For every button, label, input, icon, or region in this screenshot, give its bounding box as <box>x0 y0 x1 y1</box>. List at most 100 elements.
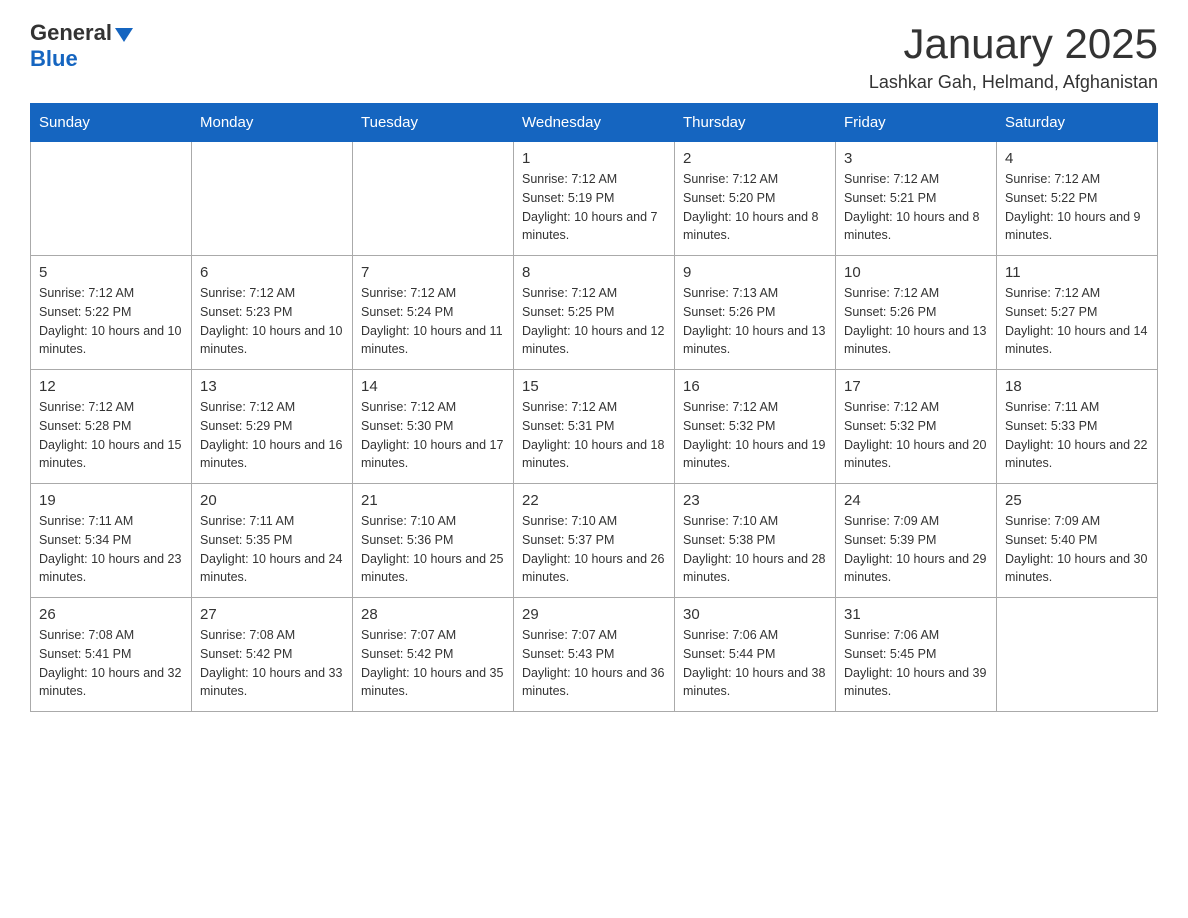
day-info: Sunrise: 7:12 AMSunset: 5:26 PMDaylight:… <box>844 284 988 359</box>
day-number: 26 <box>39 606 183 623</box>
day-info: Sunrise: 7:10 AMSunset: 5:37 PMDaylight:… <box>522 512 666 587</box>
logo-blue: Blue <box>30 46 78 72</box>
calendar-cell: 13 Sunrise: 7:12 AMSunset: 5:29 PMDayligh… <box>192 370 353 484</box>
day-number: 19 <box>39 492 183 509</box>
calendar-cell: 8 Sunrise: 7:12 AMSunset: 5:25 PMDaylight… <box>514 256 675 370</box>
title-section: January 2025 Lashkar Gah, Helmand, Afgha… <box>869 20 1158 93</box>
day-info: Sunrise: 7:12 AMSunset: 5:24 PMDaylight:… <box>361 284 505 359</box>
weekday-friday: Friday <box>836 104 997 142</box>
calendar-cell: 22 Sunrise: 7:10 AMSunset: 5:37 PMDayligh… <box>514 484 675 598</box>
day-number: 31 <box>844 606 988 623</box>
calendar-cell: 6 Sunrise: 7:12 AMSunset: 5:23 PMDaylight… <box>192 256 353 370</box>
day-info: Sunrise: 7:12 AMSunset: 5:31 PMDaylight:… <box>522 398 666 473</box>
day-info: Sunrise: 7:06 AMSunset: 5:45 PMDaylight:… <box>844 626 988 701</box>
calendar-cell: 24Sunrise: 7:09 AMSunset: 5:39 PMDayligh… <box>836 484 997 598</box>
calendar-cell: 28 Sunrise: 7:07 AMSunset: 5:42 PMDayligh… <box>353 598 514 712</box>
logo-general: General <box>30 20 112 46</box>
calendar-cell <box>31 142 192 256</box>
day-number: 18 <box>1005 378 1149 395</box>
calendar-table: SundayMondayTuesdayWednesdayThursdayFrid… <box>30 103 1158 712</box>
week-row-4: 19 Sunrise: 7:11 AMSunset: 5:34 PMDayligh… <box>31 484 1158 598</box>
calendar-cell: 20Sunrise: 7:11 AMSunset: 5:35 PMDayligh… <box>192 484 353 598</box>
day-number: 5 <box>39 264 183 281</box>
calendar-cell: 15 Sunrise: 7:12 AMSunset: 5:31 PMDayligh… <box>514 370 675 484</box>
calendar-cell: 19 Sunrise: 7:11 AMSunset: 5:34 PMDayligh… <box>31 484 192 598</box>
calendar-cell: 12Sunrise: 7:12 AMSunset: 5:28 PMDayligh… <box>31 370 192 484</box>
day-info: Sunrise: 7:11 AMSunset: 5:34 PMDaylight:… <box>39 512 183 587</box>
day-number: 8 <box>522 264 666 281</box>
day-info: Sunrise: 7:12 AMSunset: 5:32 PMDaylight:… <box>844 398 988 473</box>
day-info: Sunrise: 7:09 AMSunset: 5:40 PMDaylight:… <box>1005 512 1149 587</box>
day-info: Sunrise: 7:12 AMSunset: 5:22 PMDaylight:… <box>1005 170 1149 245</box>
calendar-cell <box>353 142 514 256</box>
day-info: Sunrise: 7:12 AMSunset: 5:22 PMDaylight:… <box>39 284 183 359</box>
day-number: 27 <box>200 606 344 623</box>
weekday-header-row: SundayMondayTuesdayWednesdayThursdayFrid… <box>31 104 1158 142</box>
calendar-subtitle: Lashkar Gah, Helmand, Afghanistan <box>869 72 1158 93</box>
day-info: Sunrise: 7:08 AMSunset: 5:41 PMDaylight:… <box>39 626 183 701</box>
day-info: Sunrise: 7:11 AMSunset: 5:33 PMDaylight:… <box>1005 398 1149 473</box>
calendar-cell: 31 Sunrise: 7:06 AMSunset: 5:45 PMDayligh… <box>836 598 997 712</box>
calendar-cell: 18 Sunrise: 7:11 AMSunset: 5:33 PMDayligh… <box>997 370 1158 484</box>
day-number: 1 <box>522 150 666 167</box>
day-info: Sunrise: 7:12 AMSunset: 5:23 PMDaylight:… <box>200 284 344 359</box>
day-info: Sunrise: 7:12 AMSunset: 5:19 PMDaylight:… <box>522 170 666 245</box>
weekday-monday: Monday <box>192 104 353 142</box>
day-number: 29 <box>522 606 666 623</box>
logo: General Blue <box>30 20 133 72</box>
calendar-cell: 10 Sunrise: 7:12 AMSunset: 5:26 PMDayligh… <box>836 256 997 370</box>
weekday-tuesday: Tuesday <box>353 104 514 142</box>
day-number: 30 <box>683 606 827 623</box>
day-number: 13 <box>200 378 344 395</box>
calendar-cell: 11 Sunrise: 7:12 AMSunset: 5:27 PMDayligh… <box>997 256 1158 370</box>
calendar-cell: 7Sunrise: 7:12 AMSunset: 5:24 PMDaylight… <box>353 256 514 370</box>
weekday-wednesday: Wednesday <box>514 104 675 142</box>
calendar-cell: 2Sunrise: 7:12 AMSunset: 5:20 PMDaylight… <box>675 142 836 256</box>
day-info: Sunrise: 7:10 AMSunset: 5:38 PMDaylight:… <box>683 512 827 587</box>
calendar-cell: 1 Sunrise: 7:12 AMSunset: 5:19 PMDaylight… <box>514 142 675 256</box>
weekday-sunday: Sunday <box>31 104 192 142</box>
day-number: 3 <box>844 150 988 167</box>
calendar-cell: 29Sunrise: 7:07 AMSunset: 5:43 PMDayligh… <box>514 598 675 712</box>
week-row-5: 26 Sunrise: 7:08 AMSunset: 5:41 PMDayligh… <box>31 598 1158 712</box>
page-header: General Blue January 2025 Lashkar Gah, H… <box>30 20 1158 93</box>
calendar-cell: 9Sunrise: 7:13 AMSunset: 5:26 PMDaylight… <box>675 256 836 370</box>
day-number: 24 <box>844 492 988 509</box>
day-info: Sunrise: 7:12 AMSunset: 5:25 PMDaylight:… <box>522 284 666 359</box>
calendar-title: January 2025 <box>869 20 1158 68</box>
calendar-cell: 25Sunrise: 7:09 AMSunset: 5:40 PMDayligh… <box>997 484 1158 598</box>
week-row-1: 1 Sunrise: 7:12 AMSunset: 5:19 PMDaylight… <box>31 142 1158 256</box>
day-info: Sunrise: 7:08 AMSunset: 5:42 PMDaylight:… <box>200 626 344 701</box>
day-number: 10 <box>844 264 988 281</box>
weekday-thursday: Thursday <box>675 104 836 142</box>
day-info: Sunrise: 7:12 AMSunset: 5:27 PMDaylight:… <box>1005 284 1149 359</box>
calendar-cell: 5 Sunrise: 7:12 AMSunset: 5:22 PMDaylight… <box>31 256 192 370</box>
calendar-cell: 30 Sunrise: 7:06 AMSunset: 5:44 PMDayligh… <box>675 598 836 712</box>
day-info: Sunrise: 7:11 AMSunset: 5:35 PMDaylight:… <box>200 512 344 587</box>
day-info: Sunrise: 7:07 AMSunset: 5:42 PMDaylight:… <box>361 626 505 701</box>
day-info: Sunrise: 7:06 AMSunset: 5:44 PMDaylight:… <box>683 626 827 701</box>
calendar-cell <box>192 142 353 256</box>
week-row-2: 5 Sunrise: 7:12 AMSunset: 5:22 PMDaylight… <box>31 256 1158 370</box>
day-info: Sunrise: 7:12 AMSunset: 5:28 PMDaylight:… <box>39 398 183 473</box>
day-number: 14 <box>361 378 505 395</box>
day-info: Sunrise: 7:12 AMSunset: 5:30 PMDaylight:… <box>361 398 505 473</box>
day-number: 28 <box>361 606 505 623</box>
calendar-cell: 14 Sunrise: 7:12 AMSunset: 5:30 PMDayligh… <box>353 370 514 484</box>
day-number: 21 <box>361 492 505 509</box>
week-row-3: 12Sunrise: 7:12 AMSunset: 5:28 PMDayligh… <box>31 370 1158 484</box>
day-info: Sunrise: 7:10 AMSunset: 5:36 PMDaylight:… <box>361 512 505 587</box>
calendar-cell: 3Sunrise: 7:12 AMSunset: 5:21 PMDaylight… <box>836 142 997 256</box>
calendar-cell: 26 Sunrise: 7:08 AMSunset: 5:41 PMDayligh… <box>31 598 192 712</box>
calendar-cell: 23 Sunrise: 7:10 AMSunset: 5:38 PMDayligh… <box>675 484 836 598</box>
day-number: 6 <box>200 264 344 281</box>
day-number: 11 <box>1005 264 1149 281</box>
day-number: 15 <box>522 378 666 395</box>
day-number: 23 <box>683 492 827 509</box>
calendar-cell: 27 Sunrise: 7:08 AMSunset: 5:42 PMDayligh… <box>192 598 353 712</box>
calendar-cell: 16Sunrise: 7:12 AMSunset: 5:32 PMDayligh… <box>675 370 836 484</box>
day-number: 22 <box>522 492 666 509</box>
day-info: Sunrise: 7:12 AMSunset: 5:29 PMDaylight:… <box>200 398 344 473</box>
calendar-cell: 4Sunrise: 7:12 AMSunset: 5:22 PMDaylight… <box>997 142 1158 256</box>
day-number: 2 <box>683 150 827 167</box>
